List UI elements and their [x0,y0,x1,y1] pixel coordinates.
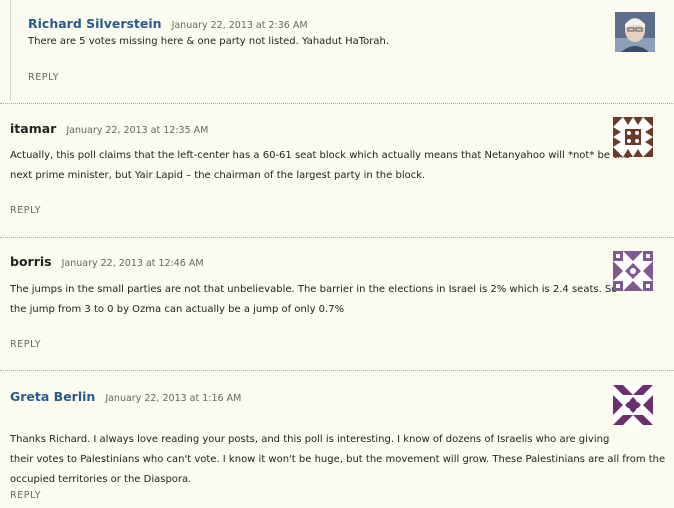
comment-text: Thanks Richard. I always love reading yo… [10,430,665,490]
comment-author-link[interactable]: Greta Berlin [10,389,95,404]
comment-itamar: itamar January 22, 2013 at 12:35 AM Actu… [0,104,674,238]
comment-text-line: occupied territories or the Diaspora. [10,474,192,485]
comment-text-line: the jump from 3 to 0 by Ozma can actuall… [10,304,345,315]
comment-richard-silverstein: Richard Silverstein January 22, 2013 at … [10,0,674,100]
reply-link[interactable]: REPLY [10,339,41,350]
comment-text-line: The jumps in the small parties are not t… [10,284,618,295]
identicon-avatar-icon[interactable] [613,251,653,291]
identicon-avatar-icon[interactable] [613,385,653,425]
comment-text-line: Actually, this poll claims that the left… [10,150,630,161]
reply-link[interactable]: REPLY [10,490,41,501]
comment-author: borris [10,254,52,269]
identicon-avatar-icon[interactable] [613,117,653,157]
comment-text: There are 5 votes missing here & one par… [28,32,389,52]
comment-text-line: their votes to Palestinians who can't vo… [10,454,666,465]
reply-link[interactable]: REPLY [28,72,59,83]
comment-text-line: There are 5 votes missing here & one par… [28,36,390,47]
comment-date[interactable]: January 22, 2013 at 12:46 AM [62,258,204,269]
comment-date[interactable]: January 22, 2013 at 2:36 AM [172,20,308,31]
reply-link[interactable]: REPLY [10,205,41,216]
user-photo-avatar-icon[interactable] [615,12,655,52]
comment-text: Actually, this poll claims that the left… [10,146,630,186]
comment-date[interactable]: January 22, 2013 at 1:16 AM [105,393,241,404]
comment-greta-berlin: Greta Berlin January 22, 2013 at 1:16 AM… [0,371,674,508]
comment-text-line: next prime minister, but Yair Lapid – th… [10,170,426,181]
comment-author-link[interactable]: Richard Silverstein [28,16,162,31]
comment-text-line: Thanks Richard. I always love reading yo… [10,434,610,445]
comment-text: The jumps in the small parties are not t… [10,280,617,320]
comment-borris: borris January 22, 2013 at 12:46 AM The … [0,238,674,371]
comment-date[interactable]: January 22, 2013 at 12:35 AM [66,125,208,136]
comment-author: itamar [10,121,57,136]
